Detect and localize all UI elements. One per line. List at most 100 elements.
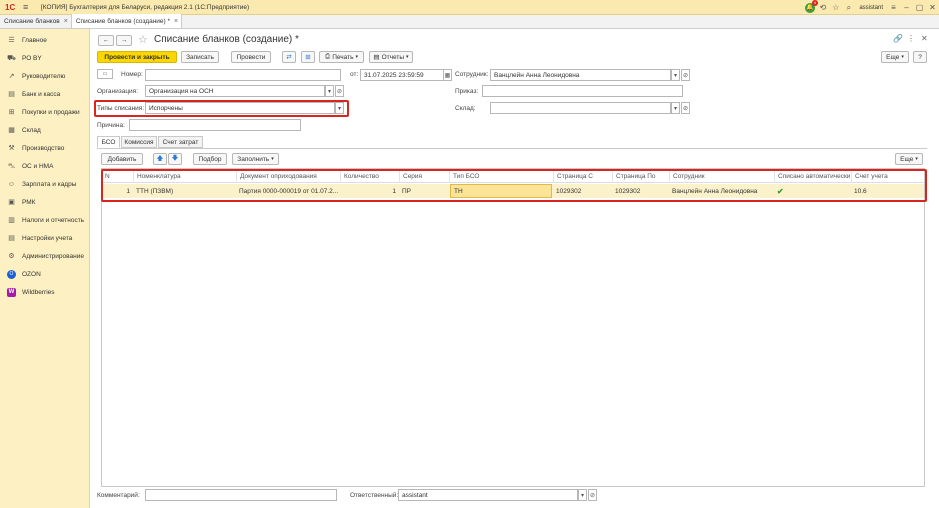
sidebar-item-label: Склад [22, 126, 41, 134]
reports-button[interactable]: ▤ Отчеты ▾ [369, 51, 413, 63]
minimize-icon[interactable]: – [900, 0, 913, 15]
warehouse-dropdown-icon[interactable]: ▾ [671, 102, 680, 114]
sidebar-item-label: Покупки и продажи [22, 108, 80, 116]
favorite-star-icon[interactable]: ☆ [138, 33, 148, 46]
order-field[interactable] [482, 85, 683, 97]
favorites-icon[interactable]: ☆ [829, 0, 842, 15]
warehouse-field[interactable] [490, 102, 671, 114]
employee-dropdown-icon[interactable]: ▾ [671, 69, 680, 81]
window-title: [КОПИЯ] Бухгалтерия для Беларуси, редакц… [41, 3, 250, 11]
factory-icon: ⚒ [8, 145, 15, 152]
organization-dropdown-icon[interactable]: ▾ [325, 85, 334, 97]
tab-commission[interactable]: Комиссия [121, 136, 157, 148]
table-more-button[interactable]: Еще ▾ [895, 153, 923, 165]
date-field[interactable]: 31.07.2025 23:59:59 [360, 69, 452, 81]
chevron-down-icon: ▾ [355, 54, 358, 60]
post-button[interactable]: Провести [231, 51, 271, 63]
writeoff-type-field[interactable]: Испорчены [145, 102, 335, 114]
print-button[interactable]: ⎙ Печать ▾ [319, 51, 364, 63]
table-row-highlight [101, 169, 927, 202]
dt-kt-button[interactable]: ⇄ [282, 51, 296, 63]
move-up-button[interactable]: 🡅 [153, 153, 167, 165]
number-label: Номер: [121, 71, 143, 78]
responsible-open-icon[interactable]: ⊘ [588, 489, 597, 501]
fill-button[interactable]: Заполнить ▾ [232, 153, 279, 165]
tab-writeoff-create[interactable]: Списание бланков (создание) * × [71, 14, 183, 28]
organization-label: Организация: [97, 88, 139, 95]
organization-open-icon[interactable]: ⊘ [335, 85, 344, 97]
bell-icon: 🔔 4 [804, 0, 818, 13]
history-icon[interactable]: ⟲ [816, 0, 829, 15]
tab-writeoff-list[interactable]: Списание бланков × [0, 15, 72, 28]
back-button[interactable]: ← [98, 35, 114, 46]
add-row-button[interactable]: Добавить [101, 153, 143, 165]
sidebar-item-label: РО BY [22, 54, 42, 62]
more-label: Еще [886, 53, 900, 61]
sidebar-item-label: Администрирование [22, 252, 84, 260]
pick-button[interactable]: Подбор [193, 153, 227, 165]
save-button[interactable]: Записать [181, 51, 219, 63]
calendar-icon[interactable]: ▦ [443, 69, 452, 81]
structure-button[interactable]: ⊞ [301, 51, 315, 63]
main-menu-icon[interactable]: ≡ [23, 2, 31, 12]
user-name[interactable]: assistant [859, 5, 883, 11]
sidebar-item-ro-by[interactable]: ⛟ РО BY [0, 49, 89, 67]
sidebar-item-wildberries[interactable]: W Wildberries [0, 283, 89, 301]
sidebar-item-label: ОС и НМА [22, 162, 54, 170]
more-button[interactable]: Еще ▾ [881, 51, 909, 63]
settings-menu-icon[interactable]: ≡ [887, 0, 900, 15]
move-down-button[interactable]: 🡇 [168, 153, 182, 165]
close-icon[interactable]: ✕ [926, 0, 939, 15]
sidebar-item-bank[interactable]: ▤ Банк и касса [0, 85, 89, 103]
sidebar-item-warehouse[interactable]: ▦ Склад [0, 121, 89, 139]
employee-open-icon[interactable]: ⊘ [681, 69, 690, 81]
comment-field[interactable] [145, 489, 337, 501]
employee-label: Сотрудник: [455, 71, 489, 78]
sidebar-item-label: Главное [22, 36, 47, 44]
maximize-icon[interactable]: ▢ [913, 0, 926, 15]
tab-label: Списание бланков [4, 18, 60, 25]
post-and-close-button[interactable]: Провести и закрыть [97, 51, 177, 63]
sidebar-item-admin[interactable]: ⚙ Администрирование [0, 247, 89, 265]
sidebar-item-label: Настройки учета [22, 234, 73, 242]
link-icon[interactable]: 🔗 [893, 34, 903, 43]
menu-icon: ☰ [8, 37, 15, 44]
more-actions-icon[interactable]: ⋮ [907, 34, 915, 43]
help-button[interactable]: ? [913, 51, 927, 63]
warehouse-label: Склад: [455, 105, 476, 112]
close-tab-icon[interactable]: × [174, 18, 178, 25]
sidebar-item-salary[interactable]: ☺ Зарплата и кадры [0, 175, 89, 193]
forward-button[interactable]: → [116, 35, 132, 46]
responsible-dropdown-icon[interactable]: ▾ [578, 489, 587, 501]
sidebar-item-accounting-settings[interactable]: ▤ Настройки учета [0, 229, 89, 247]
employee-field[interactable]: Ванцлейн Анна Леонидовна [490, 69, 671, 81]
notifications-button[interactable]: 🔔 4 [803, 0, 818, 15]
writeoff-type-dropdown-icon[interactable]: ▾ [335, 102, 344, 114]
tab-expense-account[interactable]: Счет затрат [158, 136, 203, 148]
people-icon: ☺ [7, 180, 16, 188]
reason-field[interactable] [129, 119, 301, 131]
document-icon: ▭ [97, 69, 113, 79]
gear-icon: ⚙ [8, 253, 15, 260]
sidebar-item-ozon[interactable]: O OZON [0, 265, 89, 283]
search-icon[interactable]: ⌕ [842, 0, 855, 15]
car-icon: ⛍ [7, 162, 16, 170]
sidebar-item-assets[interactable]: ⛍ ОС и НМА [0, 157, 89, 175]
bank-icon: ▤ [8, 91, 15, 98]
warehouse-open-icon[interactable]: ⊘ [681, 102, 690, 114]
sidebar-item-manager[interactable]: ↗ Руководителю [0, 67, 89, 85]
tab-bso[interactable]: БСО [97, 136, 120, 148]
organization-field[interactable]: Организация на ОСН [145, 85, 325, 97]
sidebar-item-label: Налоги и отчетность [22, 216, 85, 224]
sidebar-item-rmk[interactable]: ▣ РМК [0, 193, 89, 211]
close-tab-icon[interactable]: × [64, 18, 68, 25]
responsible-field[interactable]: assistant [398, 489, 578, 501]
number-field[interactable] [145, 69, 341, 81]
subtab-divider [97, 148, 927, 149]
sidebar-item-label: Производство [22, 144, 65, 152]
sidebar-item-main[interactable]: ☰ Главное [0, 31, 89, 49]
sidebar-item-taxes[interactable]: ▥ Налоги и отчетность [0, 211, 89, 229]
sidebar-item-production[interactable]: ⚒ Производство [0, 139, 89, 157]
sidebar-item-sales[interactable]: ⊞ Покупки и продажи [0, 103, 89, 121]
close-form-icon[interactable]: ✕ [921, 34, 928, 43]
